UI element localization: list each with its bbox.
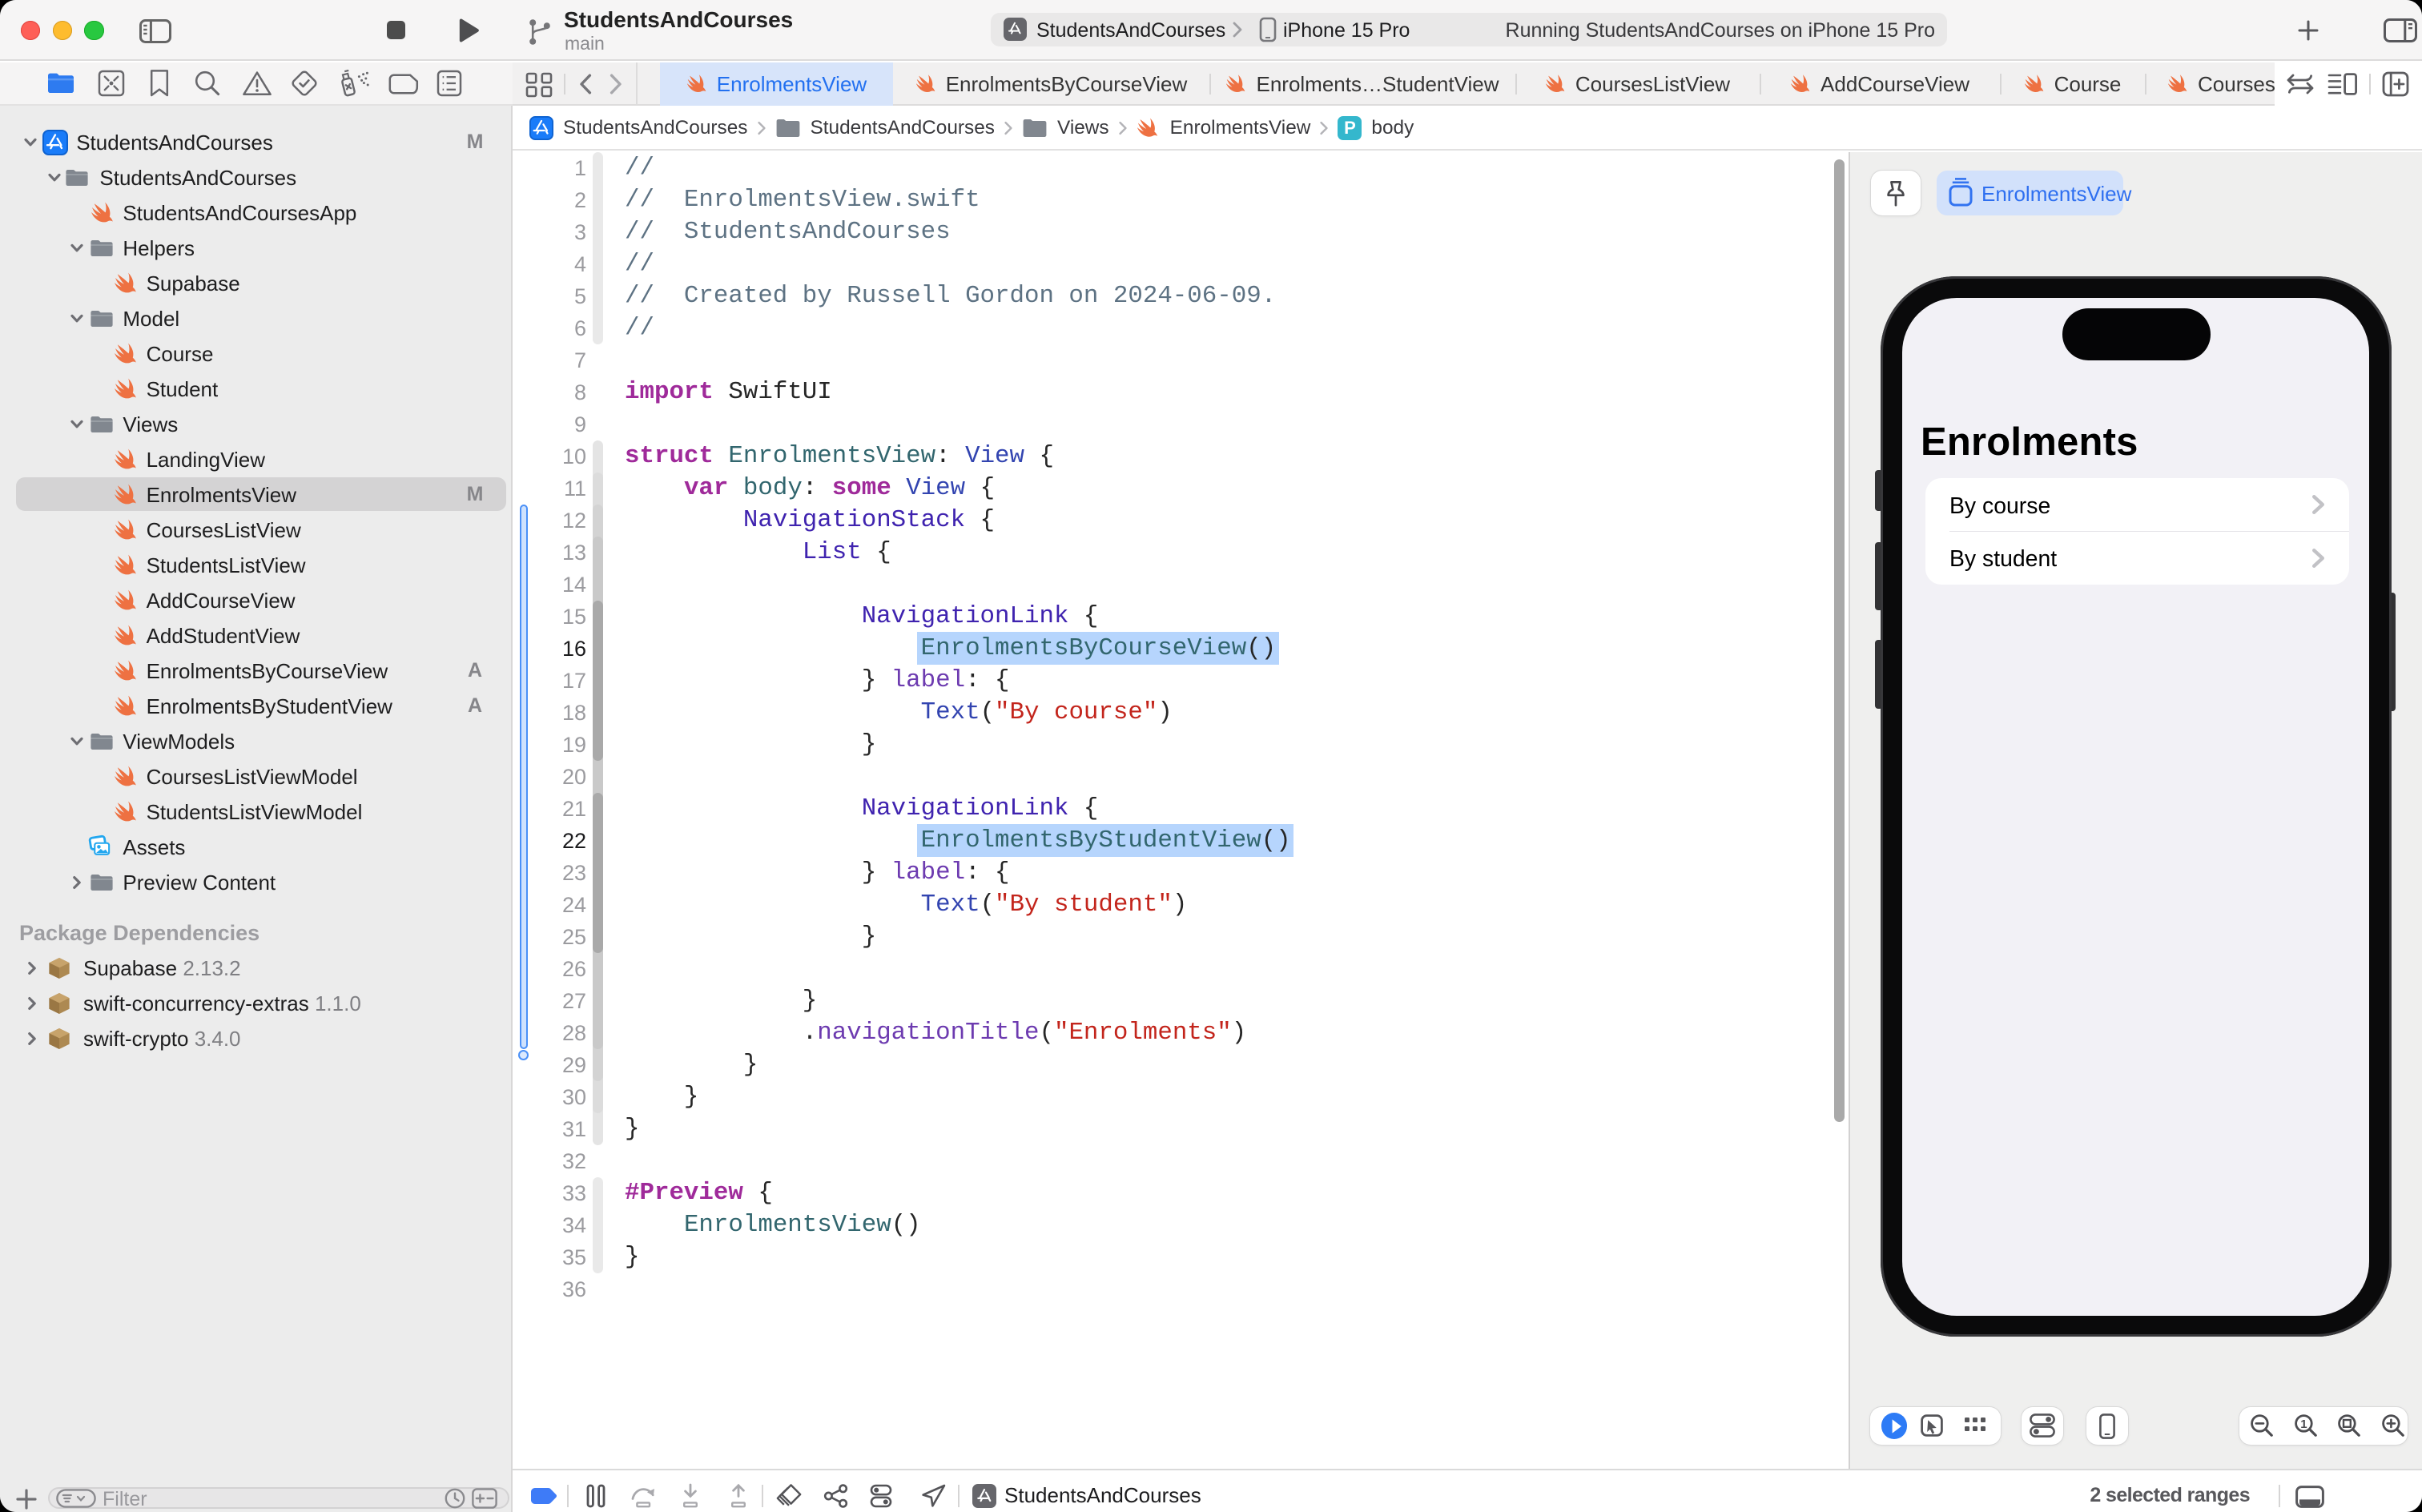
svg-text:1: 1: [2300, 1418, 2307, 1431]
